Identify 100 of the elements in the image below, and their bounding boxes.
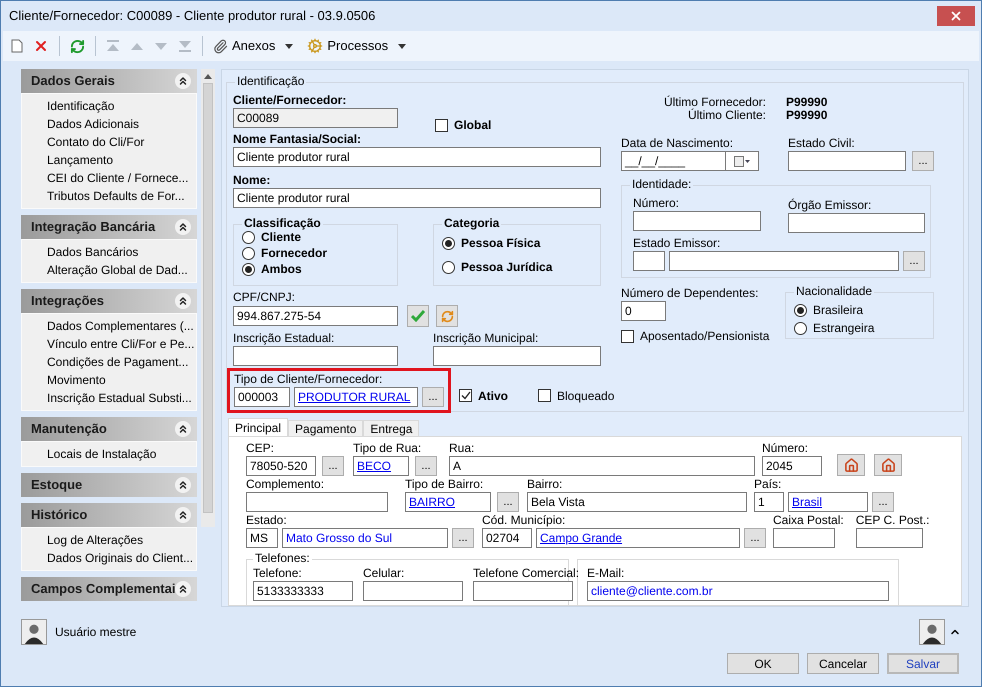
input-field[interactable]: Brasil (788, 492, 868, 512)
validate-button[interactable] (407, 305, 429, 327)
input-field[interactable]: 994.867.275-54 (233, 306, 398, 326)
input-field[interactable] (433, 346, 601, 366)
input-field[interactable]: Cliente produtor rural (233, 147, 601, 167)
date-field[interactable]: __/__/____ (621, 151, 759, 171)
checkbox[interactable]: Global (435, 116, 492, 134)
input-field[interactable]: 1 (754, 492, 784, 512)
input-field[interactable] (246, 492, 388, 512)
sidebar-item[interactable]: CEI do Cliente / Fornece... (22, 169, 196, 187)
section-header[interactable]: Campos Complementai (21, 577, 197, 601)
toolbar-menu-button[interactable]: Anexos (213, 36, 294, 56)
input-field[interactable]: 000003 (234, 387, 290, 407)
sidebar-item[interactable]: Lançamento (22, 151, 196, 169)
sidebar-item[interactable]: Tributos Defaults de For... (22, 187, 196, 205)
lookup-button[interactable]: ... (322, 456, 344, 476)
radio-option[interactable]: Cliente (242, 229, 397, 245)
input-field[interactable]: 5133333333 (253, 581, 353, 601)
address-button[interactable] (837, 454, 865, 476)
close-button[interactable] (937, 6, 975, 26)
input-field[interactable] (633, 211, 761, 231)
radio-option[interactable]: Brasileira (794, 302, 933, 318)
input-field[interactable] (363, 581, 463, 601)
input-field[interactable] (856, 528, 923, 548)
refresh-icon[interactable] (70, 38, 85, 54)
new-document-icon[interactable] (11, 39, 23, 53)
input-field[interactable]: C00089 (233, 108, 398, 128)
input-field[interactable] (473, 581, 573, 601)
lookup-button[interactable]: ... (415, 456, 437, 476)
section-header[interactable]: Dados Gerais (21, 69, 197, 93)
lookup-button[interactable]: ... (744, 528, 766, 548)
input-field[interactable]: A (449, 456, 755, 476)
lookup-button[interactable]: ... (903, 251, 925, 271)
scrollbar[interactable] (201, 69, 215, 527)
sidebar-item[interactable]: Dados Adicionais (22, 115, 196, 133)
tab[interactable]: Principal (228, 418, 288, 436)
input-field[interactable]: MS (246, 528, 278, 548)
dialog-button[interactable]: Salvar (887, 653, 959, 674)
scroll-up-icon[interactable] (204, 74, 212, 79)
sidebar-item[interactable]: Dados Originais do Client... (22, 549, 196, 567)
lookup-button[interactable]: ... (497, 492, 519, 512)
delete-icon[interactable] (33, 38, 49, 54)
input-field[interactable] (788, 213, 925, 233)
radio-option[interactable]: Pessoa Jurídica (442, 259, 600, 275)
tab[interactable]: Entrega (363, 420, 420, 436)
section-header[interactable]: Integração Bancária (21, 215, 197, 239)
lookup-button[interactable]: ... (422, 387, 444, 407)
input-field[interactable]: PRODUTOR RURAL (294, 387, 418, 407)
input-field[interactable] (788, 151, 906, 171)
section-header[interactable]: Manutenção (21, 417, 197, 441)
field-label: Número de Dependentes: (621, 286, 760, 301)
sidebar-item[interactable]: Dados Complementares (... (22, 317, 196, 335)
radio-option[interactable]: Fornecedor (242, 245, 397, 261)
sidebar-item[interactable]: Log de Alterações (22, 531, 196, 549)
input-field[interactable]: Cliente produtor rural (233, 188, 601, 208)
sidebar-item[interactable]: Vínculo entre Cli/For e Pe... (22, 335, 196, 353)
input-field[interactable]: Mato Grosso do Sul (282, 528, 448, 548)
sidebar-item[interactable]: Dados Bancários (22, 243, 196, 261)
sidebar-item[interactable]: Movimento (22, 371, 196, 389)
input-field[interactable]: Campo Grande (536, 528, 740, 548)
field-label: CEP C. Post.: (856, 513, 930, 528)
radio-option[interactable]: Ambos (242, 261, 397, 277)
input-field[interactable]: Bela Vista (527, 492, 747, 512)
checkbox[interactable]: Ativo (459, 386, 508, 404)
input-field[interactable]: BAIRRO (405, 492, 491, 512)
house-icon (880, 458, 896, 472)
sidebar-item[interactable]: Contato do Cli/For (22, 133, 196, 151)
tab[interactable]: Pagamento (288, 420, 364, 436)
input-field[interactable]: BECO (353, 456, 409, 476)
input-field[interactable]: cliente@cliente.com.br (587, 581, 889, 601)
lookup-button[interactable]: ... (452, 528, 474, 548)
address-button[interactable] (874, 454, 902, 476)
user-name: Usuário mestre (55, 624, 136, 641)
input-field[interactable]: 02704 (482, 528, 532, 548)
sidebar-item[interactable]: Identificação (22, 97, 196, 115)
lookup-button[interactable]: ... (872, 492, 894, 512)
radio-option[interactable]: Estrangeira (794, 320, 933, 336)
input-field[interactable]: 78050-520 (246, 456, 316, 476)
section-header[interactable]: Integrações (21, 289, 197, 313)
lookup-button[interactable]: ... (912, 151, 934, 171)
dialog-button[interactable]: Cancelar (807, 653, 879, 674)
section-header[interactable]: Histórico (21, 503, 197, 527)
input-field[interactable] (633, 251, 665, 271)
radio-option[interactable]: Pessoa Física (442, 235, 600, 251)
input-field[interactable]: 2045 (762, 456, 822, 476)
dropdown-icon (398, 44, 406, 48)
input-field[interactable] (233, 346, 398, 366)
sidebar-item[interactable]: Condições de Pagament... (22, 353, 196, 371)
checkbox[interactable]: Bloqueado (538, 386, 614, 404)
checkmark-icon (411, 310, 425, 322)
section-header[interactable]: Estoque (21, 473, 197, 497)
input-field[interactable] (773, 528, 835, 548)
input-field[interactable] (669, 251, 899, 271)
input-field[interactable]: 0 (621, 301, 666, 321)
sidebar-item[interactable]: Inscrição Estadual Substi... (22, 389, 196, 407)
toolbar-menu-button[interactable]: Processos (307, 36, 406, 56)
checkbox[interactable]: Aposentado/Pensionista (621, 327, 785, 345)
sidebar-item[interactable]: Alteração Global de Dad... (22, 261, 196, 279)
sidebar-item[interactable]: Locais de Instalação (22, 445, 196, 463)
dialog-button[interactable]: OK (727, 653, 799, 674)
